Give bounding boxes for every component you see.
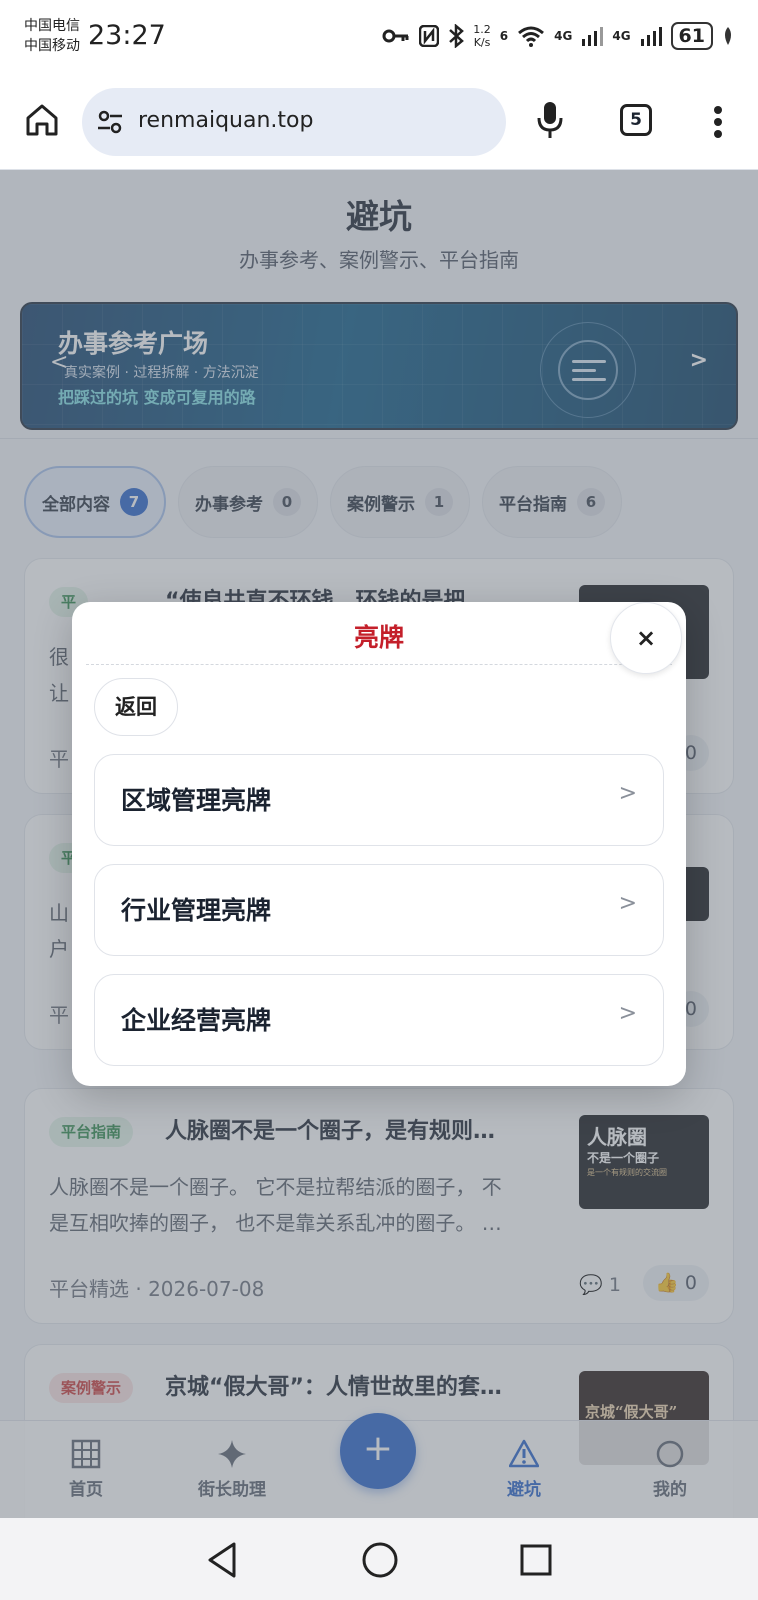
modal-title: 亮牌: [353, 623, 404, 652]
option-label: 区域管理亮牌: [121, 786, 272, 815]
wifi-label: 6: [499, 29, 509, 43]
signal-icon-2: [640, 27, 662, 46]
option-enterprise-badge[interactable]: 企业经营亮牌 >: [94, 974, 664, 1066]
clock: 23:27: [88, 20, 166, 51]
chevron-right-icon: >: [618, 891, 637, 916]
network-speed: 1.2 K/s: [473, 23, 491, 49]
modal-divider: [86, 664, 672, 665]
option-label: 行业管理亮牌: [121, 896, 272, 925]
site-settings-icon[interactable]: [96, 108, 124, 136]
signal-icon: [582, 27, 604, 46]
option-regional-badge[interactable]: 区域管理亮牌 >: [94, 754, 664, 846]
recents-square-icon[interactable]: [518, 1540, 554, 1580]
tab-switcher-button[interactable]: 5: [620, 104, 652, 136]
carrier-2: 中国移动: [24, 38, 80, 54]
microphone-icon[interactable]: [536, 100, 564, 140]
battery-indicator: 61: [670, 22, 713, 50]
bluetooth-icon: [449, 24, 465, 48]
back-button[interactable]: 返回: [94, 678, 178, 736]
browser-toolbar: renmaiquan.top 5: [0, 80, 758, 170]
network-type-1: 4G: [554, 29, 573, 43]
option-label: 企业经营亮牌: [121, 1006, 272, 1035]
close-button[interactable]: ×: [610, 602, 682, 674]
chevron-right-icon: >: [618, 781, 637, 806]
nfc-icon: [419, 25, 440, 47]
status-icons: 1.2 K/s 6 4G 4G 61: [382, 22, 734, 50]
speed-unit: K/s: [473, 36, 491, 49]
speed-value: 1.2: [473, 23, 491, 36]
address-bar[interactable]: renmaiquan.top: [82, 88, 506, 156]
system-navigation-bar: [0, 1518, 758, 1600]
url-text[interactable]: renmaiquan.top: [138, 108, 313, 133]
back-triangle-icon[interactable]: [204, 1540, 240, 1580]
status-bar: 中国电信 中国移动 23:27 1.2 K/s 6 4G 4G 61: [0, 0, 758, 80]
carrier-labels: 中国电信 中国移动: [24, 16, 80, 56]
chevron-right-icon: >: [618, 1001, 637, 1026]
option-industry-badge[interactable]: 行业管理亮牌 >: [94, 864, 664, 956]
home-icon[interactable]: [24, 102, 60, 138]
home-circle-icon[interactable]: [360, 1540, 400, 1580]
badge-modal: 亮牌 × 返回 区域管理亮牌 > 行业管理亮牌 > 企业经营亮牌 >: [72, 602, 686, 1086]
carrier-1: 中国电信: [24, 18, 80, 34]
key-icon: [382, 29, 409, 43]
more-menu-icon[interactable]: [706, 102, 730, 142]
network-type-2: 4G: [612, 29, 631, 43]
leaf-icon: [725, 27, 731, 45]
wifi-icon: [518, 26, 545, 47]
